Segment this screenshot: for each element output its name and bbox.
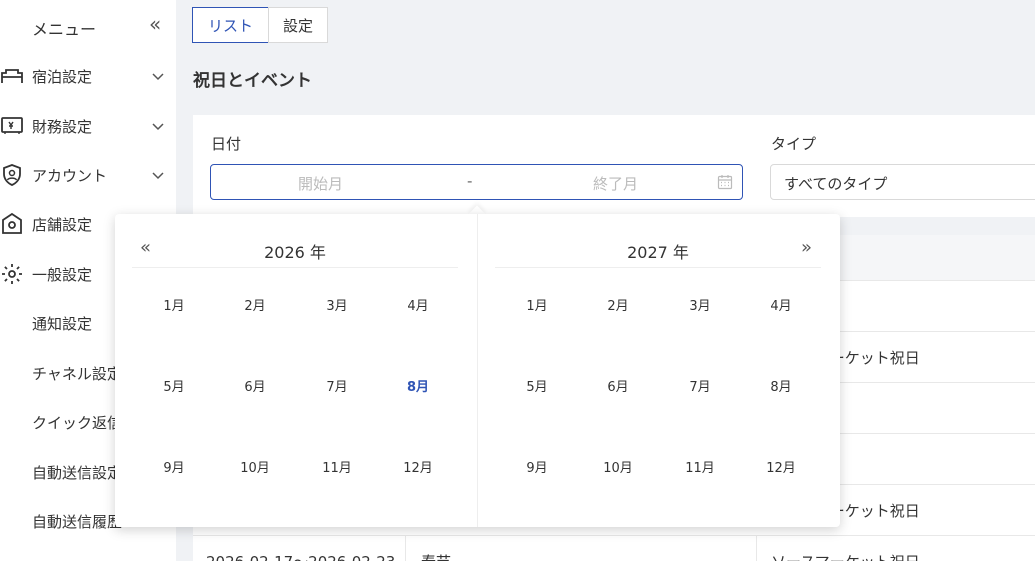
collapse-sidebar-icon[interactable]: « [149,14,161,34]
sidebar-item-label: 宿泊設定 [32,68,93,86]
type-label: タイプ [771,135,817,153]
month-cell[interactable]: 12月 [388,457,448,481]
chevron-down-icon [152,73,164,81]
filter-card: 日付 開始月 - 終了月 タイプ すべてのタイプ [193,115,1035,217]
left-year-label[interactable]: 2026 年 [132,239,458,263]
month-cell[interactable]: 8月 [388,376,448,400]
month-cell[interactable]: 2月 [225,295,285,319]
gear-icon [2,264,22,284]
month-range-input[interactable]: 開始月 - 終了月 [210,164,743,200]
month-cell[interactable]: 9月 [144,457,204,481]
sidebar-item-account[interactable]: アカウント [0,155,176,195]
month-range-picker: « 2026 年 1月 2月 3月 4月 5月 6月 7月 8月 9月 10月 11月 12月 202… [115,214,840,527]
start-month-input[interactable]: 開始月 [298,173,343,194]
sidebar-subitem-label: クイック返信 [32,414,123,432]
menu-label: メニュー [32,20,97,39]
table-row[interactable]: 2026-02-17～2026-02-23 春节 ソースマーケット祝日 [193,536,1035,561]
date-label: 日付 [211,135,242,153]
bed-icon [1,69,23,83]
calendar-icon [717,175,733,190]
month-cell[interactable]: 2月 [588,295,648,319]
end-month-input[interactable]: 終了月 [593,173,638,194]
sidebar-subitem-label: 通知設定 [32,315,93,333]
date-cell: 2026-02-17～2026-02-23 [206,551,395,561]
sidebar-item-label: 一般設定 [32,266,93,284]
sidebar-item-finance[interactable]: 財務設定 [0,106,176,146]
month-cell[interactable]: 11月 [670,457,730,481]
month-cell[interactable]: 1月 [507,295,567,319]
sidebar-item-label: 店舗設定 [32,216,93,234]
month-cell[interactable]: 11月 [307,457,367,481]
sidebar-subitem-label: 自動送信設定 [32,464,123,482]
column-divider [405,536,406,561]
month-cell[interactable]: 7月 [670,376,730,400]
safe-icon [1,117,23,134]
month-cell[interactable]: 8月 [751,376,811,400]
picker-panel-left: « 2026 年 1月 2月 3月 4月 5月 6月 7月 8月 9月 10月 11月 12月 [115,214,477,527]
chevron-down-icon [152,172,164,180]
month-cell[interactable]: 5月 [144,376,204,400]
month-cell[interactable]: 7月 [307,376,367,400]
sidebar-item-label: アカウント [32,167,108,185]
month-cell[interactable]: 9月 [507,457,567,481]
tab-list[interactable]: リスト [192,7,269,43]
shield-user-icon [3,164,21,186]
picker-panel-right: 2027 年 » 1月 2月 3月 4月 5月 6月 7月 8月 9月 10月 11月 12月 [477,214,839,527]
column-divider [756,536,757,561]
sidebar-subitem-label: チャネル設定 [32,365,122,383]
chevron-down-icon [152,123,164,131]
month-cell[interactable]: 4月 [388,295,448,319]
type-select-value: すべてのタイプ [784,175,888,193]
right-year-label[interactable]: 2027 年 [495,239,821,263]
range-separator: - [467,172,473,190]
picker-header: 2027 年 » [495,236,821,268]
month-cell[interactable]: 5月 [507,376,567,400]
month-cell[interactable]: 1月 [144,295,204,319]
sidebar-item-label: 財務設定 [32,118,93,136]
month-cell[interactable]: 12月 [751,457,811,481]
month-cell[interactable]: 6月 [225,376,285,400]
month-cell[interactable]: 6月 [588,376,648,400]
month-cell[interactable]: 10月 [588,457,648,481]
page-title: 祝日とイベント [193,71,312,91]
month-cell[interactable]: 3月 [670,295,730,319]
sidebar-item-lodging[interactable]: 宿泊設定 [0,56,176,96]
month-cell[interactable]: 10月 [225,457,285,481]
type-select[interactable]: すべてのタイプ [770,164,1035,200]
next-year-icon[interactable]: » [801,236,812,260]
sidebar-header: メニュー « [0,0,176,52]
tab-settings[interactable]: 設定 [268,7,328,43]
month-cell[interactable]: 3月 [307,295,367,319]
sidebar-subitem-label: 自動送信履歴 [32,513,123,531]
month-cell[interactable]: 4月 [751,295,811,319]
name-cell: 春节 [421,551,451,561]
store-icon [2,212,22,234]
picker-header: « 2026 年 [132,236,458,268]
type-cell: ソースマーケット祝日 [771,551,920,561]
